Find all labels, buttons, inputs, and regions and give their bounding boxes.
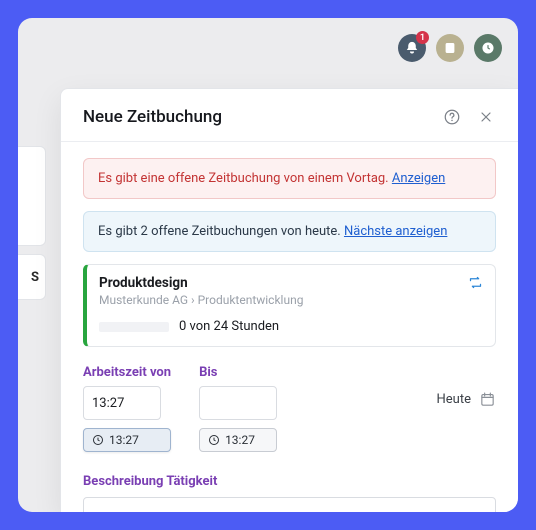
repeat-icon (468, 275, 483, 294)
modal-header: Neue Zeitbuchung (83, 107, 496, 127)
time-to-chip-text: 13:27 (225, 433, 255, 447)
clock-icon (92, 434, 104, 446)
notes-button[interactable] (436, 34, 464, 62)
time-to-input[interactable] (199, 386, 277, 420)
time-row: Arbeitszeit von 13:27 Bis 13:27 Heute (83, 365, 496, 452)
task-card[interactable]: Produktdesign Musterkunde AG › Produkten… (83, 264, 496, 347)
close-button[interactable] (476, 107, 496, 127)
task-progress-bar (99, 322, 169, 332)
time-from-input[interactable] (83, 386, 161, 420)
task-title: Produktdesign (99, 275, 483, 291)
time-from-column: Arbeitszeit von 13:27 (83, 365, 171, 452)
alert-error-link[interactable]: Anzeigen (392, 171, 445, 186)
today-label: Heute (437, 392, 471, 407)
task-client: Musterkunde AG (99, 293, 188, 307)
modal-title: Neue Zeitbuchung (83, 107, 222, 127)
time-entry-modal: Neue Zeitbuchung Es gibt eine offene Zei… (60, 88, 518, 512)
stub-letter: S (31, 270, 39, 285)
clock-icon (208, 434, 220, 446)
clock-icon (481, 41, 495, 55)
description-input[interactable] (83, 497, 496, 512)
background-panel-1 (18, 146, 46, 246)
alert-info-link[interactable]: Nächste anzeigen (344, 224, 447, 239)
bell-icon (405, 41, 419, 55)
calendar-icon (479, 391, 496, 408)
description-label: Beschreibung Tätigkeit (83, 474, 496, 489)
alert-info-text: Es gibt 2 offene Zeitbuchungen von heute… (98, 224, 344, 239)
today-selector[interactable]: Heute (437, 391, 496, 408)
close-icon (478, 109, 494, 125)
app-background: 1 S Neue Zeitbuchung Es gibt eine offene… (18, 18, 518, 512)
help-icon (443, 108, 461, 126)
alert-error: Es gibt eine offene Zeitbuchung von eine… (83, 158, 496, 199)
time-from-now-chip[interactable]: 13:27 (83, 428, 171, 452)
background-panel-2: S (18, 254, 46, 300)
time-to-now-chip[interactable]: 13:27 (199, 428, 277, 452)
time-from-chip-text: 13:27 (109, 433, 139, 447)
top-bar: 1 (18, 18, 518, 78)
help-button[interactable] (442, 107, 462, 127)
task-hours: 0 von 24 Stunden (99, 319, 483, 334)
time-to-column: Bis 13:27 (199, 365, 277, 452)
modal-actions (442, 107, 496, 127)
task-project: Produktentwicklung (198, 293, 304, 307)
time-from-label: Arbeitszeit von (83, 365, 171, 380)
path-separator: › (188, 293, 198, 307)
divider (61, 141, 518, 142)
note-icon (443, 41, 457, 55)
task-hours-text: 0 von 24 Stunden (179, 319, 279, 334)
task-path: Musterkunde AG › Produktentwicklung (99, 293, 483, 307)
time-tracking-button[interactable] (474, 34, 502, 62)
notifications-button[interactable]: 1 (398, 34, 426, 62)
alert-error-text: Es gibt eine offene Zeitbuchung von eine… (98, 171, 392, 186)
time-to-label: Bis (199, 365, 277, 380)
alert-info: Es gibt 2 offene Zeitbuchungen von heute… (83, 211, 496, 252)
notification-badge: 1 (416, 31, 429, 44)
